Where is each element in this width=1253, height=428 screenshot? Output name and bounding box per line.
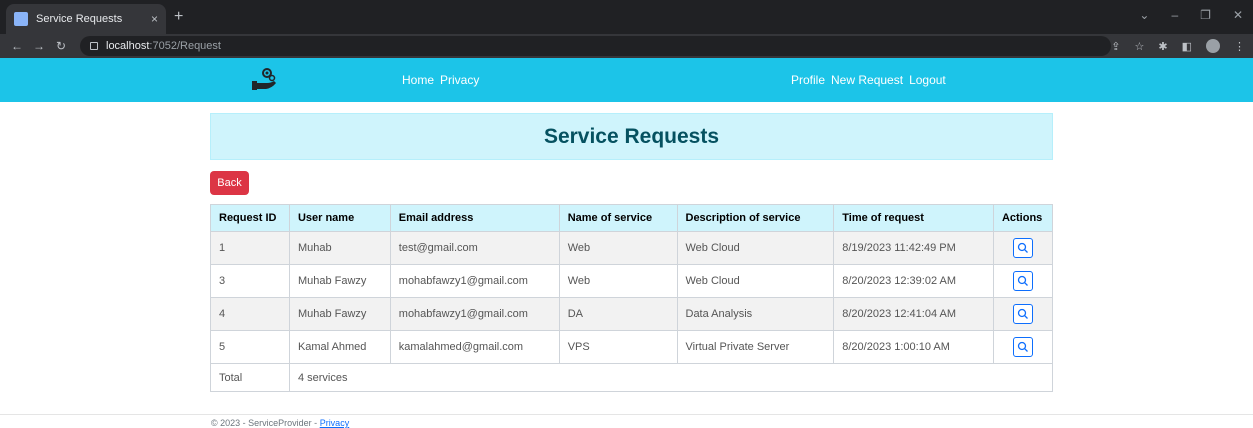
site-navbar: Home Privacy Profile New Request Logout: [0, 58, 1253, 102]
back-button[interactable]: Back: [210, 171, 249, 195]
cell-actions: [992, 297, 1054, 331]
col-service-name: Name of service: [558, 204, 678, 232]
cell-request-id: 3: [210, 264, 290, 298]
cell-actions: [992, 264, 1054, 298]
menu-icon[interactable]: ⋮: [1234, 40, 1245, 53]
cell-user-name: Muhab Fawzy: [288, 264, 391, 298]
minimize-icon[interactable]: –: [1171, 8, 1178, 22]
cell-user-name: Muhab Fawzy: [288, 297, 391, 331]
cell-actions: [992, 330, 1054, 364]
side-panel-icon[interactable]: ◧: [1182, 40, 1192, 53]
reload-icon[interactable]: ↻: [52, 39, 70, 53]
cell-user-name: Muhab: [288, 231, 391, 265]
total-value: 4 services: [288, 363, 1054, 392]
footer-copyright: © 2023 - ServiceProvider -: [211, 418, 320, 428]
main-content: Service Requests Back Request ID User na…: [210, 113, 1054, 392]
browser-tab[interactable]: Service Requests ×: [6, 4, 166, 34]
table-total-row: Total 4 services: [210, 363, 1054, 392]
cell-service-description: Data Analysis: [676, 297, 835, 331]
table-row: 4 Muhab Fawzy mohabfawzy1@gmail.com DA D…: [210, 297, 1054, 331]
star-icon[interactable]: ☆: [1135, 40, 1145, 53]
cell-email: mohabfawzy1@gmail.com: [389, 297, 560, 331]
cell-service-description: Virtual Private Server: [676, 330, 835, 364]
cell-request-id: 5: [210, 330, 290, 364]
cell-email: test@gmail.com: [389, 231, 560, 265]
search-icon: [1017, 242, 1028, 253]
url-host: localhost: [106, 40, 150, 52]
footer-privacy-link[interactable]: Privacy: [320, 418, 350, 428]
chevron-down-icon[interactable]: ⌄: [1139, 8, 1149, 22]
search-icon: [1017, 341, 1028, 352]
view-request-button[interactable]: [1012, 238, 1033, 258]
tab-close-icon[interactable]: ×: [151, 12, 158, 26]
requests-table: Request ID User name Email address Name …: [210, 204, 1054, 392]
nav-profile-link[interactable]: Profile: [791, 73, 825, 87]
share-icon[interactable]: ⇪: [1111, 40, 1120, 53]
cell-request-time: 8/19/2023 11:42:49 PM: [833, 231, 994, 265]
cell-email: kamalahmed@gmail.com: [389, 330, 560, 364]
nav-left-links: Home Privacy: [402, 73, 479, 87]
tab-title: Service Requests: [36, 13, 123, 25]
col-email: Email address: [389, 204, 560, 232]
url-path: :7052/Request: [149, 40, 221, 52]
footer-divider: [0, 414, 1253, 415]
footer: © 2023 - ServiceProvider - Privacy: [211, 418, 349, 428]
cell-service-description: Web Cloud: [676, 231, 835, 265]
search-icon: [1017, 275, 1028, 286]
nav-right-links: Profile New Request Logout: [791, 73, 946, 87]
page-favicon-icon: [14, 12, 28, 26]
cell-service-name: Web: [558, 231, 678, 265]
back-arrow-icon[interactable]: ←: [8, 39, 26, 53]
view-request-button[interactable]: [1012, 304, 1033, 324]
view-request-button[interactable]: [1012, 271, 1033, 291]
nav-logout-link[interactable]: Logout: [909, 73, 946, 87]
service-hand-logo-icon[interactable]: [250, 66, 278, 94]
nav-home-link[interactable]: Home: [402, 73, 434, 87]
col-request-time: Time of request: [833, 204, 994, 232]
cell-request-time: 8/20/2023 1:00:10 AM: [833, 330, 994, 364]
browser-toolbar: ← → ↻ localhost:7052/Request ⇪ ☆ ✱ ◧ ⋮: [0, 34, 1253, 58]
nav-privacy-link[interactable]: Privacy: [440, 73, 479, 87]
page-title: Service Requests: [543, 124, 720, 148]
window-controls: ⌄ – ❐ ✕: [1139, 8, 1243, 22]
profile-avatar[interactable]: [1206, 39, 1220, 53]
cell-request-time: 8/20/2023 12:39:02 AM: [833, 264, 994, 298]
col-request-id: Request ID: [210, 204, 290, 232]
cell-request-id: 4: [210, 297, 290, 331]
table-row: 5 Kamal Ahmed kamalahmed@gmail.com VPS V…: [210, 330, 1054, 364]
address-bar[interactable]: localhost:7052/Request: [80, 36, 1112, 56]
forward-arrow-icon[interactable]: →: [30, 39, 48, 53]
col-service-description: Description of service: [676, 204, 835, 232]
browser-tab-strip: Service Requests × + ⌄ – ❐ ✕: [0, 0, 1253, 34]
cell-actions: [992, 231, 1054, 265]
table-row: 3 Muhab Fawzy mohabfawzy1@gmail.com Web …: [210, 264, 1054, 298]
close-window-icon[interactable]: ✕: [1233, 8, 1243, 22]
total-label: Total: [210, 363, 290, 392]
lock-icon: [90, 42, 98, 50]
page-heading-banner: Service Requests: [210, 113, 1053, 160]
cell-service-description: Web Cloud: [676, 264, 835, 298]
cell-request-time: 8/20/2023 12:41:04 AM: [833, 297, 994, 331]
col-actions: Actions: [992, 204, 1054, 232]
cell-service-name: DA: [558, 297, 678, 331]
nav-new-request-link[interactable]: New Request: [831, 73, 903, 87]
new-tab-icon[interactable]: +: [174, 8, 183, 26]
cell-user-name: Kamal Ahmed: [288, 330, 391, 364]
extensions-icon[interactable]: ✱: [1158, 40, 1167, 53]
view-request-button[interactable]: [1012, 337, 1033, 357]
search-icon: [1017, 308, 1028, 319]
browser-actions: ⇪ ☆ ✱ ◧ ⋮: [1111, 39, 1245, 53]
restore-icon[interactable]: ❐: [1200, 8, 1211, 22]
table-header-row: Request ID User name Email address Name …: [210, 204, 1054, 232]
col-user-name: User name: [288, 204, 391, 232]
cell-email: mohabfawzy1@gmail.com: [389, 264, 560, 298]
cell-service-name: Web: [558, 264, 678, 298]
cell-request-id: 1: [210, 231, 290, 265]
table-row: 1 Muhab test@gmail.com Web Web Cloud 8/1…: [210, 231, 1054, 265]
cell-service-name: VPS: [558, 330, 678, 364]
